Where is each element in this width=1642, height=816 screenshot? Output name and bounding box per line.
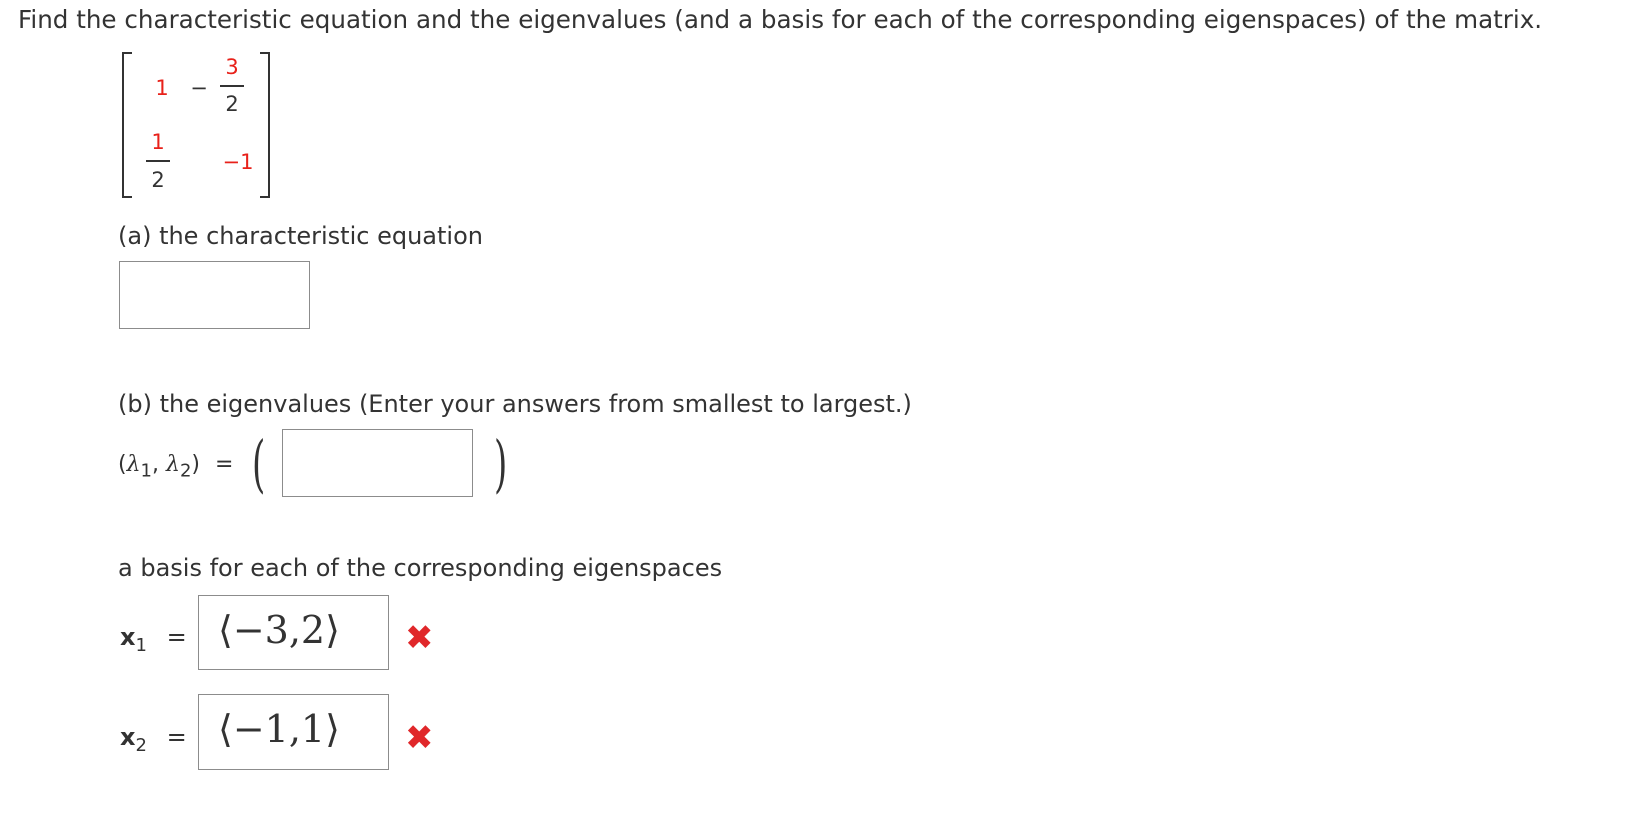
basis-1-value: ⟨−3,2⟩ xyxy=(218,608,340,652)
eigenvalues-close-paren: ) xyxy=(494,427,508,500)
matrix-r1c2-numerator: 3 xyxy=(225,55,239,79)
lambda-1: λ xyxy=(126,452,141,477)
basis-2-input[interactable]: ⟨−1,1⟩ xyxy=(198,694,389,770)
lambda-1-subscript: 1 xyxy=(140,460,152,482)
lambda-2-subscript: 2 xyxy=(179,460,192,482)
matrix: 1 − 3 2 1 2 −1 xyxy=(120,52,280,202)
eigenvalues-open-paren: ( xyxy=(252,427,266,500)
basis-2-subscript: 2 xyxy=(135,734,147,756)
matrix-r2c2: −1 xyxy=(222,150,254,174)
incorrect-x-icon: ✖ xyxy=(405,618,434,658)
eigenvalue-lhs: (λ1, λ2) = xyxy=(118,450,233,486)
incorrect-x-icon: ✖ xyxy=(405,718,434,758)
lhs-close-paren: ) xyxy=(191,452,200,477)
basis-1-var: x xyxy=(120,623,136,651)
matrix-r2c1-fraction-bar xyxy=(146,160,170,162)
lhs-comma: , xyxy=(152,452,159,477)
matrix-right-bracket xyxy=(260,52,270,198)
part-c-label: a basis for each of the corresponding ei… xyxy=(118,554,723,582)
basis-1-label: x1 = xyxy=(120,622,187,661)
matrix-r1c1: 1 xyxy=(155,76,169,100)
matrix-r2c1-numerator: 1 xyxy=(151,130,165,154)
eigenvalues-input[interactable] xyxy=(282,429,473,497)
basis-2-equals: = xyxy=(166,723,187,751)
basis-2-label: x2 = xyxy=(120,722,187,761)
basis-1-input[interactable]: ⟨−3,2⟩ xyxy=(198,595,389,670)
lhs-open-paren: ( xyxy=(118,452,127,477)
part-b-label: (b) the eigenvalues (Enter your answers … xyxy=(118,390,912,418)
basis-2-var: x xyxy=(120,723,136,751)
question-text: Find the characteristic equation and the… xyxy=(18,5,1543,34)
matrix-r2c1-denominator: 2 xyxy=(151,168,165,192)
lambda-2: λ xyxy=(166,452,180,477)
matrix-r1c2-sign: − xyxy=(190,76,208,100)
part-a-label: (a) the characteristic equation xyxy=(118,222,483,250)
basis-1-subscript: 1 xyxy=(135,634,147,656)
lhs-equals: = xyxy=(215,452,234,477)
matrix-r1c2-fraction-bar xyxy=(220,85,244,87)
matrix-left-bracket xyxy=(122,52,132,198)
characteristic-equation-input[interactable] xyxy=(119,261,310,329)
matrix-r1c2-denominator: 2 xyxy=(225,92,239,116)
basis-2-value: ⟨−1,1⟩ xyxy=(218,707,340,751)
basis-1-equals: = xyxy=(166,623,187,651)
